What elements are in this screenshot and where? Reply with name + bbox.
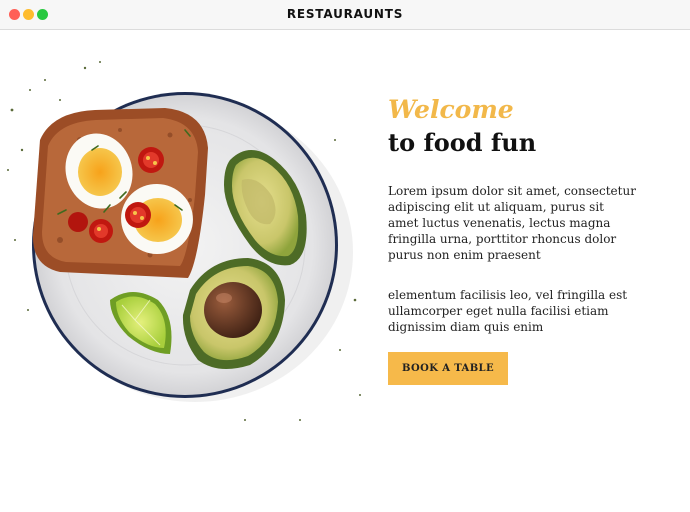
secondary-paragraph: elementum facilisis leo, vel fringilla e… [388, 288, 628, 334]
welcome-heading: Welcome [388, 95, 514, 124]
hero-headline: to food fun [388, 128, 537, 157]
window-titlebar: RESTAURAUNTS [0, 0, 690, 30]
intro-paragraph: Lorem ipsum dolor sit amet, consectetur … [388, 184, 636, 262]
app-title: RESTAURAUNTS [286, 7, 404, 21]
food-plate-image [7, 61, 361, 421]
book-table-button[interactable]: BOOK A TABLE [388, 352, 508, 385]
